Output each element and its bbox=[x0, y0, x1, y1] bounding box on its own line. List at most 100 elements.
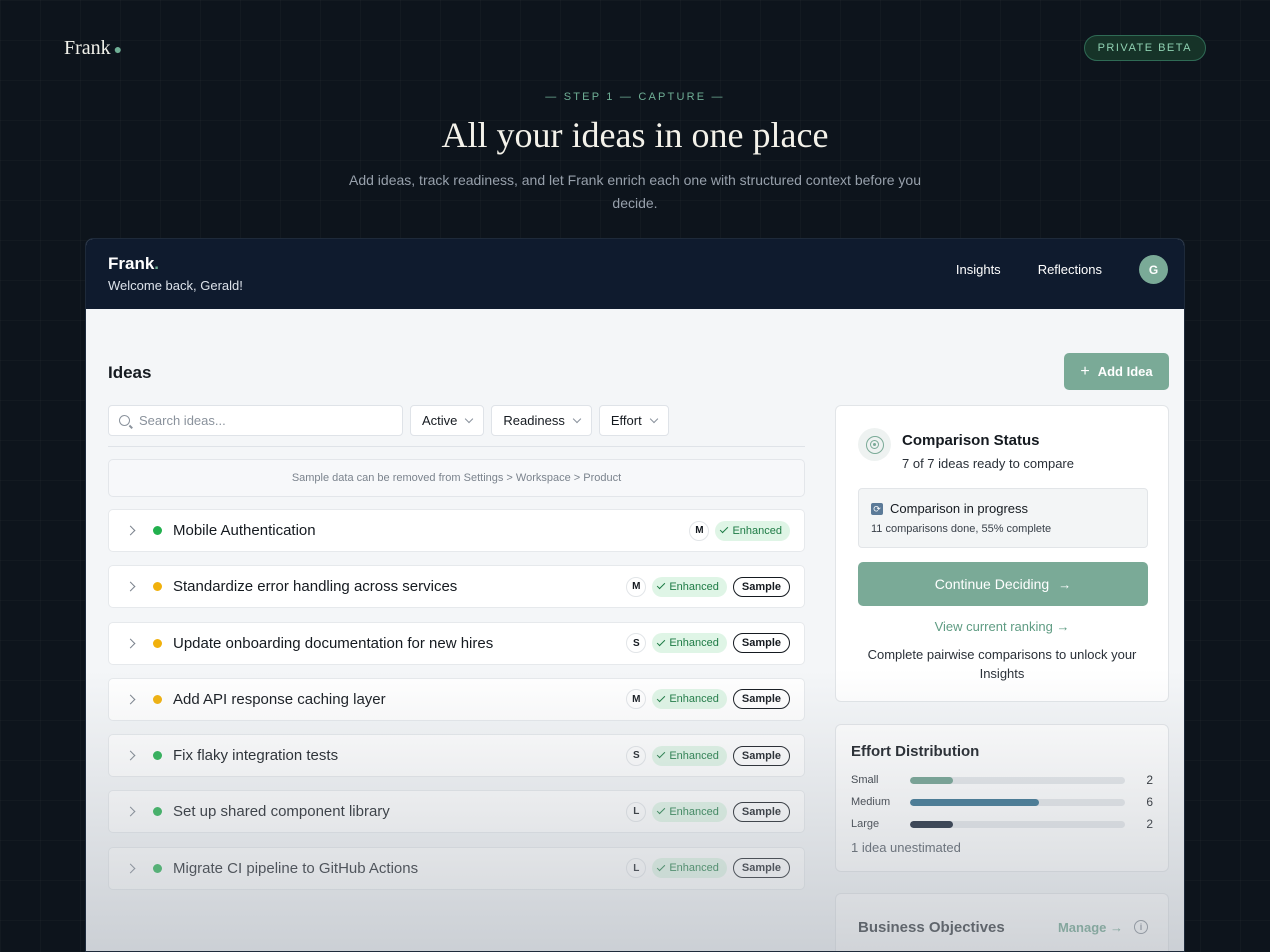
plus-icon: + bbox=[1080, 362, 1090, 380]
chevron-right-icon[interactable] bbox=[125, 863, 136, 874]
status-dot bbox=[153, 807, 162, 817]
progress-title: Comparison in progress bbox=[890, 501, 1029, 516]
info-icon[interactable]: i bbox=[1134, 920, 1148, 934]
filter-active[interactable]: Active bbox=[410, 405, 485, 436]
effort-bar-fill bbox=[910, 776, 953, 784]
check-icon bbox=[657, 806, 666, 815]
sample-data-notice: Sample data can be removed from Settings… bbox=[108, 459, 805, 497]
effort-size-badge: M bbox=[689, 520, 710, 541]
check-icon bbox=[657, 581, 666, 590]
chevron-down-icon bbox=[649, 414, 658, 424]
check-icon bbox=[657, 862, 666, 872]
status-dot bbox=[153, 638, 162, 648]
sample-badge: Sample bbox=[732, 858, 790, 879]
toolbar-divider bbox=[108, 446, 805, 447]
idea-title: Fix flaky integration tests bbox=[173, 747, 339, 765]
chevron-right-icon[interactable] bbox=[125, 807, 136, 817]
check-icon bbox=[657, 749, 666, 759]
filter-effort[interactable]: Effort bbox=[598, 405, 669, 436]
effort-label: Medium bbox=[851, 796, 891, 808]
chevron-right-icon[interactable] bbox=[125, 750, 136, 761]
progress-detail: 11 comparisons done, 55% complete bbox=[871, 523, 1052, 535]
target-icon bbox=[858, 428, 891, 461]
idea-title: Mobile Authentication bbox=[173, 522, 316, 539]
avatar[interactable]: G bbox=[1139, 255, 1168, 284]
app-brand[interactable]: Frank. bbox=[108, 254, 159, 274]
chevron-right-icon[interactable] bbox=[125, 581, 136, 592]
effort-bar-track bbox=[910, 776, 1125, 784]
effort-distribution-card: Effort Distribution Small 2 Medium 6 Large 2 … bbox=[835, 724, 1169, 872]
comparison-subtitle: 7 of 7 ideas ready to compare bbox=[902, 456, 1074, 471]
chevron-right-icon[interactable] bbox=[125, 694, 136, 705]
status-dot bbox=[153, 863, 162, 873]
idea-title: Update onboarding documentation for new … bbox=[173, 634, 494, 652]
check-icon bbox=[657, 693, 666, 703]
private-beta-badge: PRIVATE BETA bbox=[1083, 35, 1206, 61]
arrow-right-icon: → bbox=[1110, 920, 1123, 935]
idea-list: Mobile Authentication M Enhanced Standardiz… bbox=[108, 509, 805, 903]
objectives-title: Business Objectives bbox=[858, 919, 1005, 936]
nav-insights[interactable]: Insights bbox=[956, 262, 1001, 277]
chevron-right-icon[interactable] bbox=[125, 638, 136, 649]
main-content: Ideas + Add Idea Active Readiness Effort… bbox=[86, 309, 1184, 951]
arrow-right-icon: → bbox=[1058, 576, 1072, 592]
check-icon bbox=[657, 637, 666, 646]
enhanced-badge: Enhanced bbox=[652, 633, 727, 654]
business-objectives-card: Business Objectives Manage → i bbox=[835, 893, 1169, 951]
effort-bar-fill bbox=[910, 820, 953, 828]
search-input[interactable] bbox=[139, 413, 379, 428]
idea-row[interactable]: Migrate CI pipeline to GitHub Actions L En… bbox=[108, 846, 805, 890]
enhanced-badge: Enhanced bbox=[652, 858, 727, 879]
search-icon bbox=[119, 415, 130, 426]
unlock-insights-text: Complete pairwise comparisons to unlock … bbox=[867, 647, 1137, 681]
hero: — STEP 1 — CAPTURE — All your ideas in o… bbox=[0, 91, 1270, 215]
enhanced-badge: Enhanced bbox=[652, 745, 727, 766]
idea-title: Set up shared component library bbox=[173, 803, 390, 821]
chevron-right-icon[interactable] bbox=[125, 525, 136, 536]
idea-row[interactable]: Update onboarding documentation for new … bbox=[108, 621, 805, 665]
idea-row[interactable]: Mobile Authentication M Enhanced bbox=[108, 509, 805, 552]
effort-row-large: Large 2 bbox=[851, 817, 1153, 831]
sample-badge: Sample bbox=[732, 801, 790, 822]
filter-readiness[interactable]: Readiness bbox=[491, 405, 592, 436]
enhanced-badge: Enhanced bbox=[652, 576, 727, 597]
effort-row-medium: Medium 6 bbox=[851, 795, 1153, 809]
chevron-down-icon bbox=[572, 414, 582, 424]
effort-size-badge: S bbox=[626, 745, 647, 766]
hero-eyebrow: — STEP 1 — CAPTURE — bbox=[545, 91, 725, 103]
idea-row[interactable]: Standardize error handling across servic… bbox=[108, 565, 805, 609]
enhanced-badge: Enhanced bbox=[715, 520, 790, 541]
sample-badge: Sample bbox=[732, 633, 790, 654]
comparison-title: Comparison Status bbox=[902, 432, 1040, 449]
continue-deciding-button[interactable]: Continue Deciding → bbox=[858, 562, 1148, 606]
effort-row-small: Small 2 bbox=[851, 773, 1153, 787]
sample-badge: Sample bbox=[732, 576, 790, 597]
app-header: Frank. Welcome back, Gerald! Insights Re… bbox=[86, 239, 1184, 309]
enhanced-badge: Enhanced bbox=[652, 801, 727, 822]
idea-title: Add API response caching layer bbox=[173, 690, 386, 708]
enhanced-badge: Enhanced bbox=[652, 689, 727, 710]
status-dot bbox=[153, 526, 162, 535]
comparison-progress: ⟳ Comparison in progress 11 comparisons … bbox=[858, 488, 1148, 548]
site-brand[interactable]: Frank ● bbox=[64, 37, 122, 60]
hero-subtitle: Add ideas, track readiness, and let Fran… bbox=[349, 172, 921, 211]
idea-row[interactable]: Add API response caching layer M Enhanced S… bbox=[108, 677, 805, 721]
manage-objectives-link[interactable]: Manage → bbox=[1058, 920, 1123, 935]
nav-reflections[interactable]: Reflections bbox=[1038, 262, 1102, 277]
idea-title: Standardize error handling across servic… bbox=[173, 578, 458, 596]
effort-size-badge: L bbox=[626, 858, 647, 879]
status-dot bbox=[153, 751, 162, 761]
idea-row[interactable]: Fix flaky integration tests S Enhanced Samp… bbox=[108, 734, 805, 778]
idea-row[interactable]: Set up shared component library L Enhanced… bbox=[108, 790, 805, 834]
top-nav: Insights Reflections G bbox=[956, 255, 1168, 284]
ideas-title: Ideas bbox=[108, 363, 152, 382]
comparison-status-card: Comparison Status 7 of 7 ideas ready to … bbox=[835, 405, 1169, 702]
add-idea-button[interactable]: + Add Idea bbox=[1064, 353, 1169, 390]
idea-title: Migrate CI pipeline to GitHub Actions bbox=[173, 859, 419, 877]
view-ranking-link[interactable]: View current ranking → bbox=[836, 619, 1168, 634]
hero-title: All your ideas in one place bbox=[441, 115, 829, 155]
effort-label: Small bbox=[851, 774, 879, 786]
effort-size-badge: S bbox=[626, 633, 647, 654]
ideas-toolbar: Active Readiness Effort bbox=[108, 405, 669, 436]
sample-badge: Sample bbox=[732, 689, 790, 710]
